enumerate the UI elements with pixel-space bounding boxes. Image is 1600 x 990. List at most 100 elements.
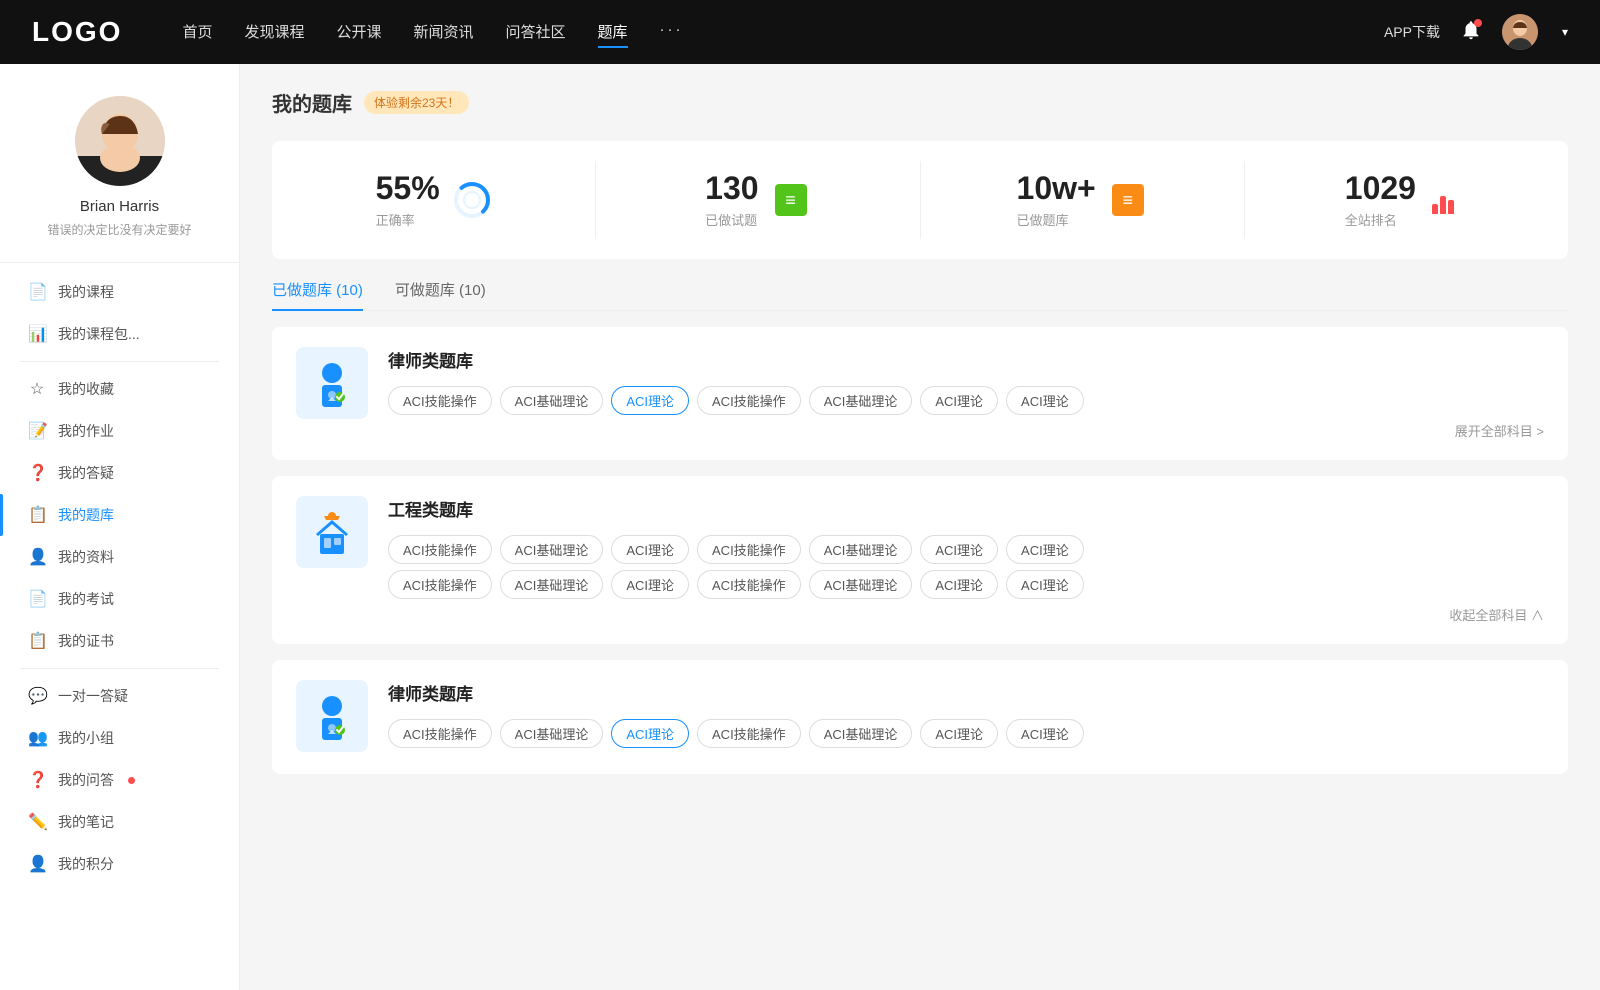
bar-chart-icon xyxy=(1432,184,1464,216)
profile-data-icon: 👤 xyxy=(28,547,46,567)
qbank-lawyer-2-icon-wrap xyxy=(296,680,368,752)
tag-item-active[interactable]: ACI理论 xyxy=(611,719,689,748)
nav-qbank[interactable]: 题库 xyxy=(598,17,628,48)
qbank-lawyer-1-title: 律师类题库 xyxy=(388,347,1544,372)
qbank-card-engineer-1: 工程类题库 ACI技能操作 ACI基础理论 ACI理论 ACI技能操作 ACI基… xyxy=(272,476,1568,644)
sidebar-label-exam: 我的考试 xyxy=(58,589,114,609)
tag-item[interactable]: ACI理论 xyxy=(1006,719,1084,748)
qbank-icon: 📋 xyxy=(28,505,46,525)
tag-item[interactable]: ACI理论 xyxy=(920,535,998,564)
user-avatar[interactable] xyxy=(1502,14,1538,50)
sidebar-label-certificate: 我的证书 xyxy=(58,631,114,651)
done-questions-label: 已做试题 xyxy=(705,210,758,229)
profile-area: Brian Harris 错误的决定比没有决定要好 xyxy=(0,96,239,263)
tag-item[interactable]: ACI基础理论 xyxy=(809,570,913,599)
sidebar-label-qa: 我的答疑 xyxy=(58,463,114,483)
tag-item[interactable]: ACI基础理论 xyxy=(500,386,604,415)
sidebar-label-my-answers: 我的问答 xyxy=(58,770,114,790)
tag-item[interactable]: ACI理论 xyxy=(1006,535,1084,564)
user-dropdown-arrow[interactable]: ▾ xyxy=(1562,25,1568,39)
tag-item[interactable]: ACI理论 xyxy=(1006,386,1084,415)
tag-item[interactable]: ACI技能操作 xyxy=(697,719,801,748)
sidebar-item-certificate[interactable]: 📋 我的证书 xyxy=(0,620,239,662)
qbank-engineer-1-tags-row1: ACI技能操作 ACI基础理论 ACI理论 ACI技能操作 ACI基础理论 AC… xyxy=(388,535,1544,564)
sidebar-item-course[interactable]: 📄 我的课程 xyxy=(0,271,239,313)
course-pkg-icon: 📊 xyxy=(28,324,46,344)
notification-dot xyxy=(1474,19,1482,27)
nav-more[interactable]: ··· xyxy=(660,17,684,48)
doc-green-icon: ≡ xyxy=(775,184,807,216)
tag-item[interactable]: ACI基础理论 xyxy=(809,535,913,564)
logo[interactable]: LOGO xyxy=(32,16,122,48)
sidebar-item-qbank[interactable]: 📋 我的题库 xyxy=(0,494,239,536)
tag-item[interactable]: ACI基础理论 xyxy=(500,535,604,564)
sidebar-item-one-on-one[interactable]: 💬 一对一答疑 xyxy=(0,675,239,717)
sidebar-label-profile-data: 我的资料 xyxy=(58,547,114,567)
sidebar-item-group[interactable]: 👥 我的小组 xyxy=(0,717,239,759)
one-on-one-icon: 💬 xyxy=(28,686,46,706)
tabs-row: 已做题库 (10) 可做题库 (10) xyxy=(272,279,1568,311)
tag-item[interactable]: ACI理论 xyxy=(920,719,998,748)
tab-done[interactable]: 已做题库 (10) xyxy=(272,279,363,310)
page-header: 我的题库 体验剩余23天！ xyxy=(272,88,1568,117)
tag-item[interactable]: ACI技能操作 xyxy=(697,386,801,415)
nav-home[interactable]: 首页 xyxy=(182,17,212,48)
sidebar-item-favorites[interactable]: ☆ 我的收藏 xyxy=(0,368,239,410)
answers-notification-dot xyxy=(128,777,135,784)
sidebar: Brian Harris 错误的决定比没有决定要好 📄 我的课程 📊 我的课程包… xyxy=(0,64,240,990)
tag-item[interactable]: ACI基础理论 xyxy=(500,719,604,748)
app-download-button[interactable]: APP下载 xyxy=(1384,22,1440,42)
engineer-svg-icon xyxy=(306,506,358,558)
points-icon: 👤 xyxy=(28,854,46,874)
tag-item-active[interactable]: ACI理论 xyxy=(611,386,689,415)
expand-link-lawyer-1[interactable]: 展开全部科目 > xyxy=(388,421,1544,440)
sidebar-item-exam[interactable]: 📄 我的考试 xyxy=(0,578,239,620)
tag-item[interactable]: ACI技能操作 xyxy=(697,570,801,599)
sidebar-item-my-answers[interactable]: ❓ 我的问答 xyxy=(0,759,239,801)
sidebar-item-qa[interactable]: ❓ 我的答疑 xyxy=(0,452,239,494)
stat-done-banks: 10w+ 已做题库 ≡ xyxy=(921,161,1245,239)
sidebar-item-profile-data[interactable]: 👤 我的资料 xyxy=(0,536,239,578)
lawyer-svg-icon xyxy=(306,357,358,409)
stat-ranking: 1029 全站排名 xyxy=(1245,161,1568,239)
sidebar-label-qbank: 我的题库 xyxy=(58,505,114,525)
notes-icon: ✏️ xyxy=(28,812,46,832)
nav-open-course[interactable]: 公开课 xyxy=(336,17,381,48)
done-questions-icon: ≡ xyxy=(771,180,811,220)
main-content: 我的题库 体验剩余23天！ 55% 正确率 xyxy=(240,64,1600,990)
tag-item[interactable]: ACI基础理论 xyxy=(809,719,913,748)
nav-discover[interactable]: 发现课程 xyxy=(244,17,304,48)
sidebar-divider-2 xyxy=(20,668,219,669)
tag-item[interactable]: ACI技能操作 xyxy=(388,386,492,415)
qbank-engineer-1-tags-row2: ACI技能操作 ACI基础理论 ACI理论 ACI技能操作 ACI基础理论 AC… xyxy=(388,570,1544,599)
sidebar-label-course-pkg: 我的课程包... xyxy=(58,324,140,344)
tag-item[interactable]: ACI理论 xyxy=(1006,570,1084,599)
nav-news[interactable]: 新闻资讯 xyxy=(414,17,474,48)
notification-bell[interactable] xyxy=(1460,19,1482,46)
tag-item[interactable]: ACI理论 xyxy=(920,386,998,415)
avatar-image xyxy=(1502,14,1538,50)
tag-item[interactable]: ACI理论 xyxy=(611,570,689,599)
tag-item[interactable]: ACI技能操作 xyxy=(388,570,492,599)
tag-item[interactable]: ACI基础理论 xyxy=(809,386,913,415)
accuracy-value: 55% xyxy=(376,171,440,206)
tag-item[interactable]: ACI理论 xyxy=(920,570,998,599)
qbank-lawyer-1-tags: ACI技能操作 ACI基础理论 ACI理论 ACI技能操作 ACI基础理论 AC… xyxy=(388,386,1544,415)
qbank-lawyer-icon-wrap xyxy=(296,347,368,419)
tag-item[interactable]: ACI技能操作 xyxy=(388,535,492,564)
sidebar-label-homework: 我的作业 xyxy=(58,421,114,441)
sidebar-label-points: 我的积分 xyxy=(58,854,114,874)
tab-todo[interactable]: 可做题库 (10) xyxy=(395,279,486,310)
nav-qa[interactable]: 问答社区 xyxy=(506,17,566,48)
sidebar-item-points[interactable]: 👤 我的积分 xyxy=(0,843,239,885)
tag-item[interactable]: ACI基础理论 xyxy=(500,570,604,599)
sidebar-item-course-pkg[interactable]: 📊 我的课程包... xyxy=(0,313,239,355)
sidebar-item-homework[interactable]: 📝 我的作业 xyxy=(0,410,239,452)
tag-item[interactable]: ACI理论 xyxy=(611,535,689,564)
tag-item[interactable]: ACI技能操作 xyxy=(388,719,492,748)
done-banks-value: 10w+ xyxy=(1017,171,1096,206)
tag-item[interactable]: ACI技能操作 xyxy=(697,535,801,564)
collapse-link-engineer-1[interactable]: 收起全部科目 ∧ xyxy=(388,605,1544,624)
course-icon: 📄 xyxy=(28,282,46,302)
sidebar-item-notes[interactable]: ✏️ 我的笔记 xyxy=(0,801,239,843)
